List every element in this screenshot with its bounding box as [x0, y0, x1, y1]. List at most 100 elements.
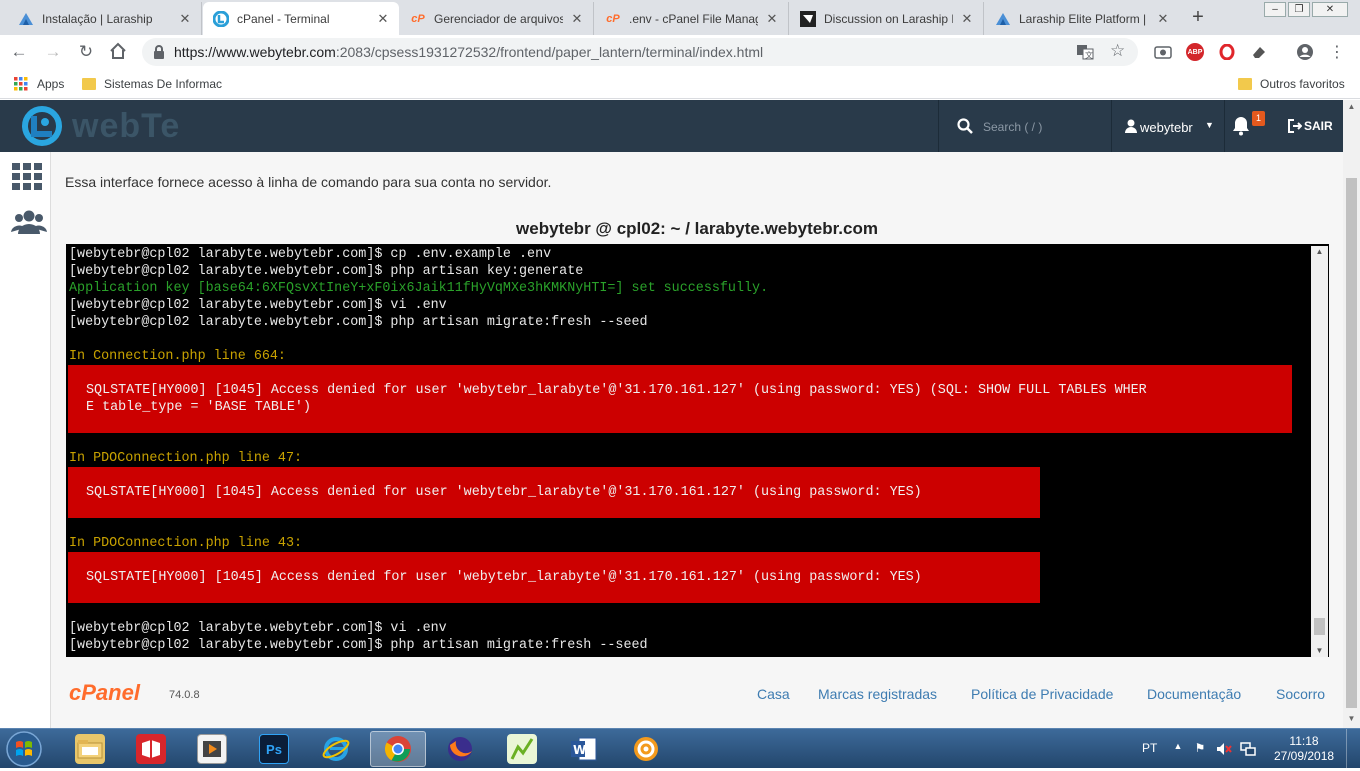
page-description: Essa interface fornece acesso à linha de…: [65, 174, 552, 190]
footer-link-marcas[interactable]: Marcas registradas: [818, 686, 937, 702]
volume-muted-icon[interactable]: [1216, 741, 1232, 757]
close-icon[interactable]: ✕: [569, 11, 585, 27]
tab-gerenciador-arquivos[interactable]: cP Gerenciador de arquivos ✕: [400, 2, 594, 35]
scroll-up-icon[interactable]: ▲: [1343, 100, 1360, 114]
taskbar-firefox[interactable]: [432, 731, 488, 767]
gear-app-icon: [631, 734, 661, 764]
footer-link-casa[interactable]: Casa: [757, 686, 790, 702]
home-button[interactable]: [108, 42, 128, 62]
tray-expand-icon[interactable]: ▲: [1170, 741, 1186, 757]
browser-tab-strip: Instalação | Laraship ✕ cPanel - Termina…: [0, 0, 1360, 35]
tab-title: Discussion on Laraship E: [824, 11, 953, 26]
terminal-scrollbar[interactable]: ▲ ▼: [1311, 246, 1328, 657]
home-grid-icon[interactable]: [11, 162, 43, 192]
taskbar-photoshop[interactable]: Ps: [246, 731, 302, 767]
apps-grid-icon: [14, 77, 28, 91]
minimize-button[interactable]: –: [1264, 2, 1286, 17]
clock-date: 27/09/2018: [1274, 749, 1335, 763]
taskbar-internet-explorer[interactable]: [308, 731, 364, 767]
taskbar-word[interactable]: W: [556, 731, 612, 767]
tab-env-file-manager[interactable]: cP .env - cPanel File Manager ✕: [595, 2, 789, 35]
chart-app-icon: [507, 734, 537, 764]
footer-link-socorro[interactable]: Socorro: [1276, 686, 1325, 702]
error-block: SQLSTATE[HY000] [1045] Access denied for…: [68, 552, 1040, 603]
close-icon[interactable]: ✕: [1155, 11, 1171, 27]
scroll-down-icon[interactable]: ▼: [1343, 712, 1360, 726]
start-button[interactable]: [4, 730, 48, 768]
extension-icon[interactable]: [1154, 43, 1172, 61]
scroll-down-icon[interactable]: ▼: [1311, 645, 1328, 657]
home-icon: [110, 42, 126, 59]
terminal-window[interactable]: [webytebr@cpl02 larabyte.webytebr.com]$ …: [66, 244, 1329, 657]
bookmark-sistemas[interactable]: Sistemas De Informac: [82, 77, 222, 91]
browser-toolbar: ← → ↻ https://www.webytebr.com:2083/cpse…: [0, 35, 1360, 69]
adblock-icon[interactable]: ABP: [1186, 43, 1204, 61]
search-icon: [957, 118, 973, 137]
close-icon[interactable]: ✕: [375, 11, 391, 27]
cpanel-icon: cP: [606, 12, 620, 25]
taskbar-app-red[interactable]: [123, 731, 179, 767]
back-button[interactable]: ←: [9, 42, 29, 62]
profile-icon[interactable]: [1296, 43, 1314, 61]
tab-title: Gerenciador de arquivos: [434, 11, 563, 26]
laraship-icon: [995, 11, 1011, 27]
new-tab-button[interactable]: +: [1186, 6, 1210, 30]
clock[interactable]: 11:18 27/09/2018: [1274, 734, 1334, 764]
taskbar-app-orange[interactable]: [618, 731, 674, 767]
restore-button[interactable]: ❐: [1288, 2, 1310, 17]
cpanel-icon: cP: [411, 12, 425, 25]
cpanel-footer-logo[interactable]: cPanel: [69, 680, 140, 706]
tab-instalacao-laraship[interactable]: Instalação | Laraship ✕: [8, 2, 202, 35]
taskbar-chrome[interactable]: [370, 731, 426, 767]
error-block: SQLSTATE[HY000] [1045] Access denied for…: [68, 365, 1292, 433]
chrome-icon: [383, 734, 413, 764]
user-menu[interactable]: webytebr ▼: [1113, 100, 1225, 152]
page-scrollbar[interactable]: ▲ ▼: [1343, 100, 1360, 728]
error-location: In PDOConnection.php line 47:: [69, 451, 303, 466]
svg-text:W: W: [573, 743, 586, 757]
close-icon[interactable]: ✕: [959, 11, 975, 27]
footer-link-documentacao[interactable]: Documentação: [1147, 686, 1241, 702]
menu-icon[interactable]: ⋮: [1328, 43, 1346, 61]
forward-button[interactable]: →: [43, 42, 63, 62]
error-message: SQLSTATE[HY000] [1045] Access denied for…: [86, 570, 922, 585]
translate-icon[interactable]: 文: [1076, 43, 1094, 64]
cpanel-main: Essa interface fornece acesso à linha de…: [51, 152, 1343, 728]
taskbar-explorer[interactable]: [62, 731, 118, 767]
terminal-line: [webytebr@cpl02 larabyte.webytebr.com]$ …: [69, 247, 552, 262]
bookmark-outros-favoritos[interactable]: Outros favoritos: [1238, 77, 1345, 91]
show-desktop-button[interactable]: [1346, 729, 1360, 769]
close-icon[interactable]: ✕: [177, 11, 193, 27]
taskbar-app-green[interactable]: [494, 731, 550, 767]
scroll-thumb[interactable]: [1314, 618, 1325, 635]
cpanel-search[interactable]: Search ( / ): [938, 100, 1112, 152]
taskbar-media-player[interactable]: [184, 731, 240, 767]
star-icon[interactable]: ☆: [1110, 41, 1125, 61]
users-icon[interactable]: [11, 210, 47, 240]
bookmark-label: Outros favoritos: [1260, 77, 1345, 91]
webytebr-logo[interactable]: webTe: [18, 104, 228, 148]
folder-icon: [75, 734, 105, 764]
footer-link-privacidade[interactable]: Política de Privacidade: [971, 686, 1113, 702]
address-bar[interactable]: https://www.webytebr.com:2083/cpsess1931…: [142, 38, 1138, 66]
discussion-icon: [800, 10, 816, 27]
error-message: SQLSTATE[HY000] [1045] Access denied for…: [86, 485, 922, 500]
scroll-up-icon[interactable]: ▲: [1311, 246, 1328, 258]
network-icon[interactable]: [1240, 741, 1256, 757]
tab-laraship-elite[interactable]: Laraship Elite Platform | ✕: [985, 2, 1179, 35]
close-icon[interactable]: ✕: [764, 11, 780, 27]
tab-discussion-laraship[interactable]: Discussion on Laraship E ✕: [790, 2, 984, 35]
tab-title: Laraship Elite Platform |: [1019, 11, 1147, 26]
eraser-icon[interactable]: [1250, 43, 1268, 61]
tab-cpanel-terminal[interactable]: cPanel - Terminal ✕: [203, 2, 399, 35]
opera-icon[interactable]: [1218, 43, 1236, 61]
apps-bookmark[interactable]: Apps: [14, 77, 64, 91]
flag-icon[interactable]: ⚑: [1192, 741, 1208, 757]
reload-button[interactable]: ↻: [76, 42, 96, 62]
notifications-button[interactable]: 1: [1230, 111, 1265, 140]
close-window-button[interactable]: ✕: [1312, 2, 1348, 17]
error-location: In PDOConnection.php line 43:: [69, 536, 303, 551]
language-indicator[interactable]: PT: [1142, 741, 1157, 755]
logout-button[interactable]: SAIR: [1288, 119, 1333, 133]
scroll-thumb[interactable]: [1346, 178, 1357, 708]
